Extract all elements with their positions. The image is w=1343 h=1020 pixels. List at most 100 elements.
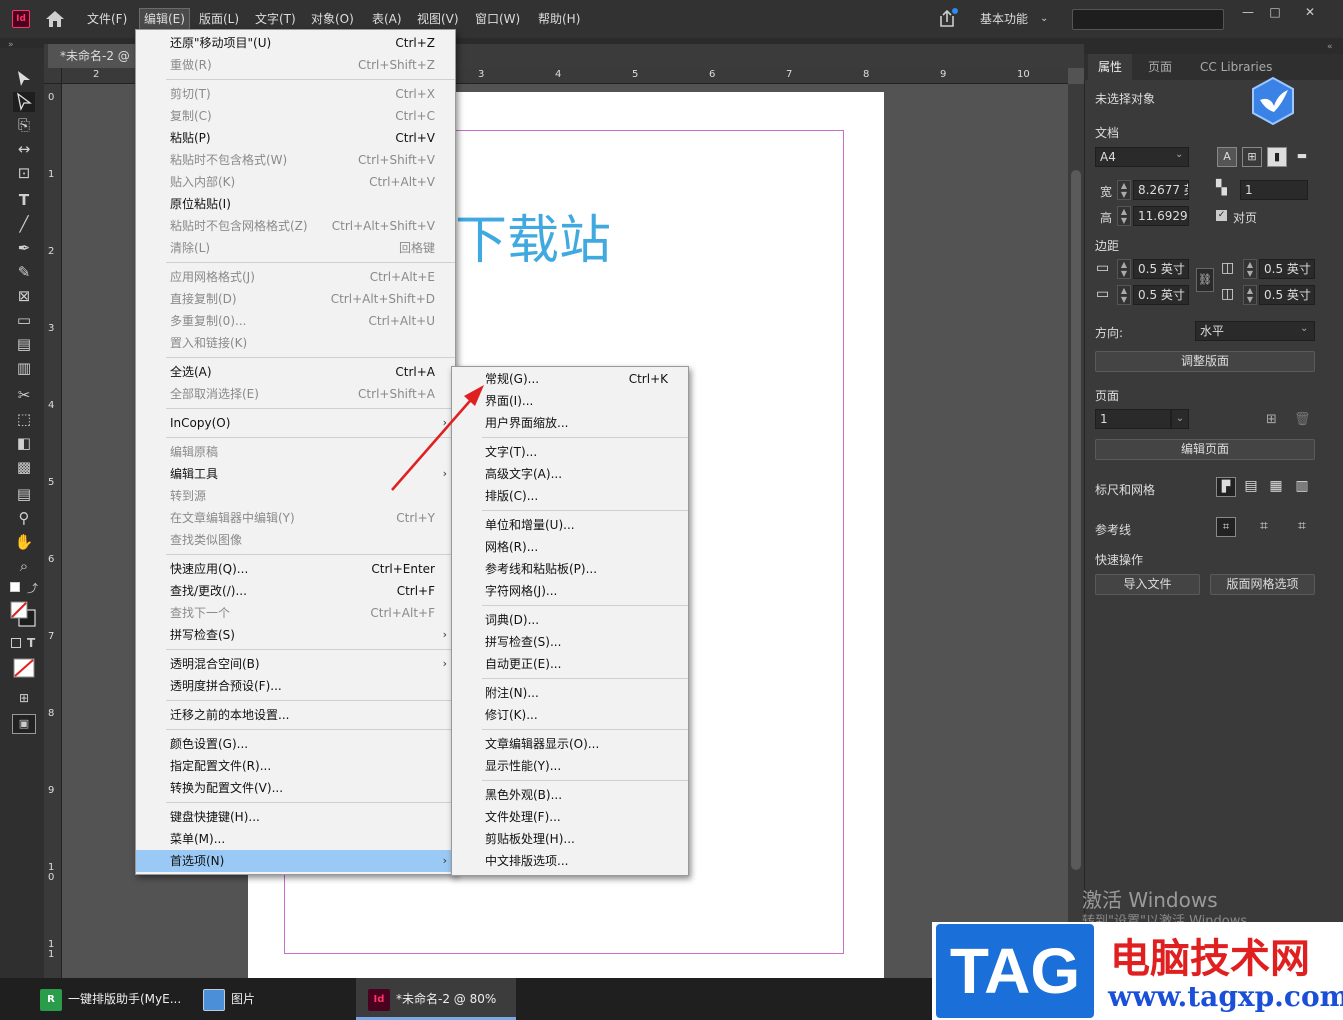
search-input[interactable] xyxy=(1072,9,1224,30)
gradient-feather-tool-icon[interactable]: ▩ xyxy=(12,457,36,477)
margin-top-input[interactable]: 0.5 英寸 xyxy=(1133,259,1189,279)
menu-item[interactable]: 剪切(T) Ctrl+X xyxy=(136,83,455,105)
show-guides-icon[interactable]: ⌗ xyxy=(1216,517,1236,537)
menu-item[interactable]: 原位粘贴(I) xyxy=(136,193,455,215)
menu-item[interactable]: 剪贴板处理(H)... xyxy=(452,828,688,850)
direct-selection-tool-icon[interactable] xyxy=(13,92,35,112)
menu-item[interactable]: 查找/更改(/)... Ctrl+F xyxy=(136,580,455,602)
menu-item[interactable]: 复制(C) Ctrl+C xyxy=(136,105,455,127)
menu-3[interactable]: 文字(T) xyxy=(251,8,300,30)
menu-item[interactable]: 首选项(N) › xyxy=(136,850,455,872)
gap-tool-icon[interactable]: ↔ xyxy=(12,139,36,159)
vertical-grid-tool-icon[interactable]: ▥ xyxy=(12,358,36,378)
width-input[interactable]: 8.2677 英 xyxy=(1133,180,1189,200)
menu-item[interactable]: 清除(L) 回格键 xyxy=(136,237,455,259)
menu-item[interactable]: 文件处理(F)... xyxy=(452,806,688,828)
apply-none-icon[interactable] xyxy=(13,658,35,678)
close-button[interactable]: ✕ xyxy=(1295,2,1325,22)
pencil-tool-icon[interactable]: ✎ xyxy=(12,262,36,282)
chevron-down-icon[interactable]: ⌄ xyxy=(1040,8,1048,30)
menu-item[interactable]: 贴入内部(K) Ctrl+Alt+V xyxy=(136,171,455,193)
menu-1[interactable]: 编辑(E) xyxy=(139,8,190,30)
menu-item[interactable]: 单位和增量(U)... xyxy=(452,514,688,536)
baseline-grid-icon[interactable]: ▤ xyxy=(1241,477,1261,497)
share-icon[interactable] xyxy=(935,7,959,29)
menu-4[interactable]: 对象(O) xyxy=(307,8,358,30)
screen-mode-icon[interactable]: ⊞ xyxy=(12,688,36,708)
note-tool-icon[interactable]: ▤ xyxy=(12,484,36,504)
margin-bottom-input[interactable]: 0.5 英寸 xyxy=(1133,285,1189,305)
menu-item[interactable]: 粘贴时不包含网格格式(Z) Ctrl+Alt+Shift+V xyxy=(136,215,455,237)
hand-tool-icon[interactable]: ✋ xyxy=(12,532,36,552)
height-input[interactable]: 11.6929 xyxy=(1133,206,1189,226)
page-text-frame[interactable]: 下载站 xyxy=(455,198,611,273)
menu-0[interactable]: 文件(F) xyxy=(83,8,131,30)
margin-right-input[interactable]: 0.5 英寸 xyxy=(1259,285,1315,305)
menu-item[interactable]: 文章编辑器显示(O)... xyxy=(452,733,688,755)
rulers-icon[interactable]: ▛ xyxy=(1216,477,1236,497)
ruler-origin[interactable] xyxy=(44,68,62,84)
formatting-text-icon[interactable]: T xyxy=(27,636,35,650)
width-stepper[interactable]: ▲ ▼ xyxy=(1117,180,1131,200)
menu-8[interactable]: 帮助(H) xyxy=(534,8,584,30)
menu-item[interactable]: 查找类似图像 xyxy=(136,529,455,551)
menu-item[interactable]: 透明混合空间(B) › xyxy=(136,653,455,675)
intent-icon[interactable]: ⊞ xyxy=(1242,147,1262,167)
menu-item[interactable]: 转换为配置文件(V)... xyxy=(136,777,455,799)
menu-item[interactable]: 修订(K)... xyxy=(452,704,688,726)
menu-item[interactable]: 指定配置文件(R)... xyxy=(136,755,455,777)
link-margins-icon[interactable]: ⛓ xyxy=(1196,268,1214,292)
menu-item[interactable]: 颜色设置(G)... xyxy=(136,733,455,755)
menu-item[interactable]: 显示性能(Y)... xyxy=(452,755,688,777)
home-icon[interactable] xyxy=(44,9,66,29)
formatting-container-icon[interactable] xyxy=(11,638,21,648)
type-tool-icon[interactable]: T xyxy=(12,190,36,210)
menu-item[interactable]: 自动更正(E)... xyxy=(452,653,688,675)
tab-pages[interactable]: 页面 xyxy=(1138,54,1182,80)
default-colors-icon[interactable] xyxy=(10,582,20,592)
adjust-layout-button[interactable]: 调整版面 xyxy=(1095,351,1315,372)
menu-item[interactable]: 中文排版选项... xyxy=(452,850,688,872)
menu-7[interactable]: 窗口(W) xyxy=(471,8,524,30)
menu-item[interactable]: 还原"移动项目"(U) Ctrl+Z xyxy=(136,32,455,54)
menu-item[interactable]: 多重复制(0)... Ctrl+Alt+U xyxy=(136,310,455,332)
margin-top-stepper[interactable]: ▲ ▼ xyxy=(1117,259,1131,279)
fill-stroke-icon[interactable] xyxy=(9,600,37,628)
document-grid-icon[interactable]: ▦ xyxy=(1266,477,1286,497)
menu-item[interactable]: 菜单(M)... xyxy=(136,828,455,850)
scissors-tool-icon[interactable]: ✂ xyxy=(12,385,36,405)
margin-bottom-stepper[interactable]: ▲ ▼ xyxy=(1117,285,1131,305)
new-page-icon[interactable]: ⊞ xyxy=(1266,412,1277,427)
scrollbar-thumb[interactable] xyxy=(1071,170,1081,870)
menu-item[interactable]: 附注(N)... xyxy=(452,682,688,704)
page-select[interactable]: 1 xyxy=(1095,409,1171,429)
tab-properties[interactable]: 属性 xyxy=(1088,54,1133,80)
facing-pages-checkbox[interactable]: ✓ xyxy=(1216,210,1227,221)
taskbar-item-typeset-helper[interactable]: R 一键排版助手(MyE... xyxy=(40,978,190,1020)
menu-item[interactable]: 应用网格格式(J) Ctrl+Alt+E xyxy=(136,266,455,288)
taskbar-item-photos[interactable]: 图片 xyxy=(203,978,343,1020)
rectangle-tool-icon[interactable]: ▭ xyxy=(12,310,36,330)
margin-left-input[interactable]: 0.5 英寸 xyxy=(1259,259,1315,279)
menu-item[interactable]: 在文章编辑器中编辑(Y) Ctrl+Y xyxy=(136,507,455,529)
zoom-tool-icon[interactable]: ⌕ xyxy=(12,556,36,576)
margin-right-stepper[interactable]: ▲ ▼ xyxy=(1243,285,1257,305)
minimize-button[interactable]: — xyxy=(1233,2,1263,22)
menu-item[interactable]: 键盘快捷键(H)... xyxy=(136,806,455,828)
delete-page-icon[interactable]: 🗑 xyxy=(1294,412,1311,427)
menu-item[interactable]: 重做(R) Ctrl+Shift+Z xyxy=(136,54,455,76)
menu-item[interactable]: 黑色外观(B)... xyxy=(452,784,688,806)
landscape-icon[interactable]: ▬ xyxy=(1292,147,1312,167)
menu-item[interactable]: 词典(D)... xyxy=(452,609,688,631)
free-transform-tool-icon[interactable]: ⬚ xyxy=(12,409,36,429)
import-file-button[interactable]: 导入文件 xyxy=(1095,574,1200,595)
menu-item[interactable]: 置入和链接(K) xyxy=(136,332,455,354)
menu-item[interactable]: 透明度拼合预设(F)... xyxy=(136,675,455,697)
menu-item[interactable]: 拼写检查(S) › xyxy=(136,624,455,646)
rectangle-frame-tool-icon[interactable]: ⊠ xyxy=(12,286,36,306)
menu-item[interactable]: 参考线和粘贴板(P)... xyxy=(452,558,688,580)
preview-mode-icon[interactable]: ▣ xyxy=(12,714,36,734)
gradient-swatch-tool-icon[interactable]: ◧ xyxy=(12,433,36,453)
lock-guides-icon[interactable]: ⌗ xyxy=(1254,517,1274,537)
edit-page-button[interactable]: 编辑页面 xyxy=(1095,439,1315,460)
